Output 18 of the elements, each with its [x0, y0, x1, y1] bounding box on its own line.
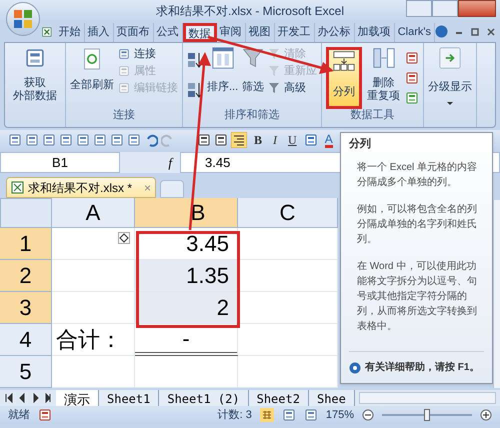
help-hint: 有关详细帮助，请按 F1。	[365, 360, 480, 375]
cell-text: -	[182, 324, 190, 352]
cell-text: 合计：	[56, 326, 122, 354]
tooltip-text: 例如，可以将包含全名的列分隔成单独的名字列和姓氏列。	[356, 202, 478, 247]
tooltip-title: 分列	[349, 137, 372, 152]
count-text: 计数: 3	[218, 408, 252, 423]
tooltip-text: 在 Word 中，可以使用此功能将文字拆分为以逗号、句号或其他指定字符分隔的列，从而将所选文字转换到表格中。	[356, 260, 478, 334]
ribbon-group-label: 数据工具	[350, 109, 396, 122]
zoom-level: 175%	[326, 408, 354, 423]
cell-text: 3.45	[186, 230, 229, 258]
window-title: 求和结果不对.xlsx - Microsoft Excel	[156, 3, 344, 20]
document-title: 求和结果不对.xlsx *	[28, 180, 132, 196]
cell-text: 2	[216, 294, 229, 322]
cell-text: 1.35	[186, 262, 229, 290]
status-text: 就绪	[8, 408, 30, 423]
tooltip-text: 将一个 Excel 单元格的内容分隔成多个单独的列。	[356, 160, 478, 190]
ribbon-group-label: 排序和筛选	[224, 109, 281, 122]
ribbon-group-label: 连接	[112, 109, 136, 122]
